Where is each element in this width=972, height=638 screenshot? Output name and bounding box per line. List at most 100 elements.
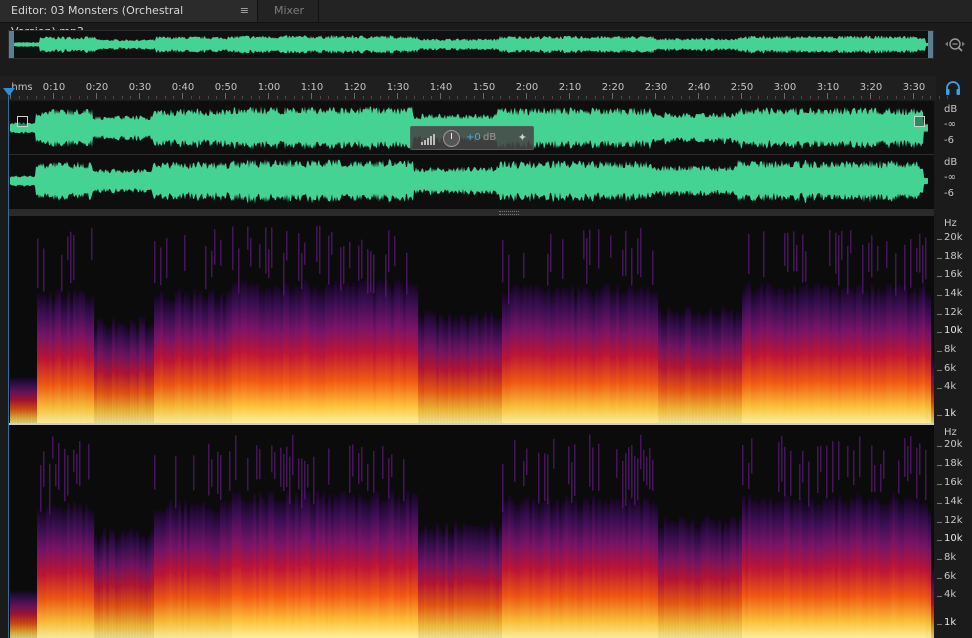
playhead-marker[interactable] — [3, 88, 15, 96]
spectral-column — [145, 327, 149, 423]
ruler-label: 3:20 — [859, 82, 883, 93]
spectral-transient — [166, 238, 168, 279]
spectral-column — [121, 323, 125, 423]
spectral-column — [403, 499, 407, 638]
spectral-column — [232, 282, 236, 423]
spectral-transient — [373, 450, 375, 493]
spectral-column — [703, 518, 707, 638]
ruler-minor-tick — [818, 96, 820, 99]
ruler-minor-tick — [895, 96, 897, 99]
spectral-transient — [784, 446, 786, 497]
spectral-column — [514, 504, 518, 638]
ruler-minor-tick — [164, 96, 166, 99]
spectral-column — [88, 509, 92, 638]
spectral-transient — [523, 461, 525, 487]
spectral-transient — [643, 450, 645, 482]
overview-left-handle[interactable] — [9, 31, 14, 58]
spectral-column — [226, 291, 230, 423]
spectral-column — [469, 315, 473, 423]
fade-in-handle[interactable] — [17, 116, 28, 127]
spectral-column — [223, 500, 227, 638]
spectral-transient — [502, 240, 504, 283]
headphones-icon[interactable] — [944, 80, 962, 96]
spectral-column — [865, 503, 869, 638]
ruler-minor-tick — [465, 96, 467, 99]
spectral-column — [928, 510, 932, 638]
ruler-minor-tick — [663, 96, 665, 99]
spectral-column — [175, 507, 179, 638]
ruler-minor-tick — [207, 96, 209, 99]
ruler-minor-tick — [706, 96, 708, 99]
spectral-column — [856, 285, 860, 423]
freq-scale-tick — [937, 559, 942, 560]
overview-right-handle[interactable] — [928, 31, 933, 58]
freq-scale-label: 12k — [944, 515, 963, 526]
ruler-label: 0:20 — [85, 82, 109, 93]
spectral-transient — [748, 463, 750, 489]
spectral-column — [667, 307, 671, 423]
spectral-column — [886, 284, 890, 423]
spectral-transient — [58, 443, 60, 490]
spectral-transient — [853, 450, 855, 485]
ruler-minor-tick — [199, 96, 201, 99]
waveform-shape — [10, 159, 928, 204]
spectral-transient — [154, 455, 156, 490]
spectral-transient — [211, 250, 213, 278]
spectral-transient — [796, 244, 798, 272]
ruler-tick — [96, 93, 97, 99]
ruler-label: 2:10 — [558, 82, 582, 93]
spectral-transient — [799, 463, 801, 501]
amp-scale-unit: dB — [944, 104, 958, 115]
spectral-transient — [847, 246, 849, 295]
spectral-column — [46, 505, 50, 638]
spectral-column — [406, 281, 410, 423]
freq-scale-label: 12k — [944, 307, 963, 318]
zoom-full-icon[interactable] — [943, 34, 967, 56]
spectral-transient — [787, 232, 789, 272]
tab-menu-icon[interactable]: ≡ — [240, 0, 249, 21]
tab-editor[interactable]: Editor: 03 Monsters (Orchestral Version)… — [0, 0, 258, 38]
volume-knob[interactable] — [443, 130, 460, 147]
amp-scale-minus6: -6 — [944, 188, 954, 199]
spectral-column — [844, 287, 848, 423]
spectral-column — [598, 498, 602, 638]
spectral-column — [199, 504, 203, 638]
tab-mixer[interactable]: Mixer — [260, 0, 319, 22]
hud-volume-value: +0 — [466, 132, 481, 143]
spectral-column — [586, 498, 590, 638]
overview-navigator[interactable] — [8, 30, 934, 59]
spectral-column — [829, 291, 833, 423]
freq-scale-label: 6k — [944, 363, 957, 374]
view-splitter[interactable] — [8, 209, 934, 216]
spectral-column — [25, 377, 29, 423]
spectral-column — [646, 286, 650, 423]
spectral-column — [931, 357, 934, 423]
spectral-column — [169, 499, 173, 638]
waveform-right-channel[interactable] — [10, 157, 928, 205]
spectral-transient — [886, 241, 888, 269]
pin-icon[interactable]: ✦ — [518, 131, 527, 144]
spectral-column — [364, 498, 368, 638]
spectral-column — [538, 505, 542, 638]
spectral-column — [445, 319, 449, 423]
time-ruler[interactable]: hms 0:10 0:20 0:30 0:40 0:50 1:00 1:10 1:20 1:30… — [0, 76, 949, 100]
ruler-minor-tick — [336, 96, 338, 99]
spectral-column — [325, 283, 329, 423]
ruler-label: 0:50 — [214, 82, 238, 93]
splitter-grip[interactable] — [499, 211, 519, 215]
spectral-column — [352, 282, 356, 423]
spectral-display-left[interactable] — [10, 216, 934, 423]
spectral-transient — [571, 462, 573, 503]
spectral-column — [310, 500, 314, 638]
spectral-column — [532, 497, 536, 638]
fade-out-handle[interactable] — [914, 116, 925, 127]
spectral-transient — [784, 233, 786, 266]
ruler-minor-tick — [861, 96, 863, 99]
spectral-column — [421, 318, 425, 423]
spectral-display-right[interactable] — [10, 425, 934, 638]
spectral-column — [61, 509, 65, 638]
ruler-tick — [655, 93, 656, 99]
spectral-column — [370, 496, 374, 638]
spectral-column — [889, 283, 893, 423]
ruler-label: 3:10 — [816, 82, 840, 93]
